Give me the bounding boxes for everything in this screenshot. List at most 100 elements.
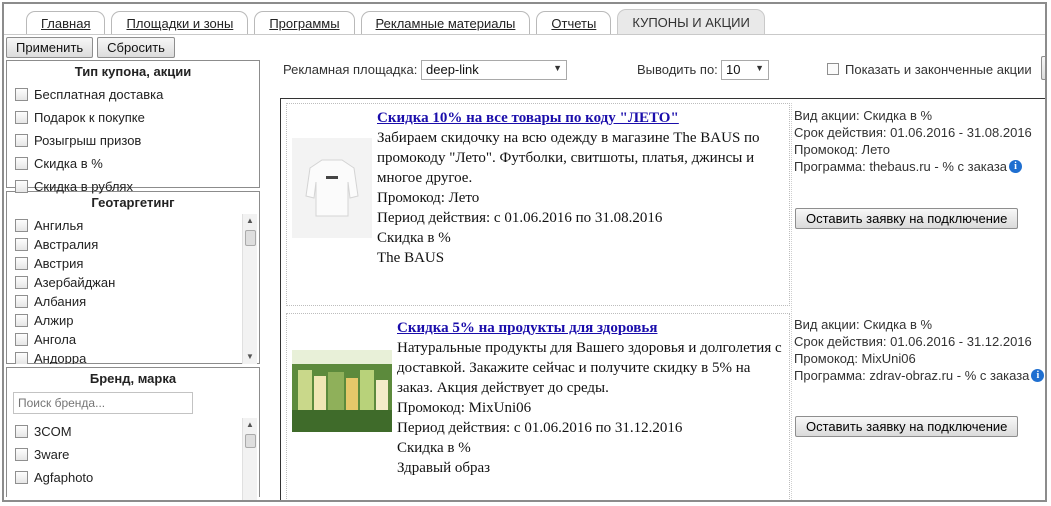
tab-ad-materials[interactable]: Рекламные материалы	[360, 11, 531, 35]
checkbox[interactable]	[15, 314, 28, 327]
checkbox[interactable]	[15, 448, 28, 461]
checkbox[interactable]	[15, 295, 28, 308]
info-program-row: Программа: thebaus.ru - % с заказа i	[794, 158, 1032, 175]
geo-item[interactable]: Андорра	[7, 349, 259, 364]
coupon-title-link[interactable]: Скидка 10% на все товары по коду "ЛЕТО"	[377, 108, 787, 128]
scroll-up-icon[interactable]: ▲	[243, 418, 257, 432]
brand-item[interactable]: Agfaphoto	[7, 466, 259, 489]
tab-coupons[interactable]: КУПОНЫ И АКЦИИ	[617, 9, 765, 35]
brand-title: Бренд, марка	[89, 371, 177, 386]
info-program: Программа: thebaus.ru - % с заказа	[794, 159, 1008, 174]
coupon-title-link[interactable]: Скидка 5% на продукты для здоровья	[397, 318, 787, 338]
coupon-period: Период действия: с 01.06.2016 по 31.12.2…	[397, 420, 683, 436]
info-term: Срок действия: 01.06.2016 - 31.08.2016	[794, 125, 1032, 140]
checkbox-label: Австралия	[34, 237, 99, 252]
show-finished-toggle[interactable]: Показать и законченные акции	[827, 62, 1032, 77]
checkbox[interactable]	[15, 333, 28, 346]
tab-programs[interactable]: Программы	[254, 11, 355, 35]
checkbox-label: Алжир	[34, 313, 74, 328]
coupon-type-item[interactable]: Розыгрыш призов	[7, 129, 259, 152]
geo-item[interactable]: Австралия	[7, 235, 259, 254]
brand-search-input[interactable]	[13, 392, 193, 414]
checkbox-label: Австрия	[34, 256, 84, 271]
geo-panel: Геотаргетинг Ангилья Австралия Австрия А…	[6, 191, 260, 364]
checkbox[interactable]	[15, 425, 28, 438]
apply-button[interactable]: Применить	[6, 37, 94, 58]
checkbox[interactable]	[15, 276, 28, 289]
geo-item[interactable]: Азербайджан	[7, 273, 259, 292]
main-tabs: Главная Площадки и зоны Программы Реклам…	[26, 9, 765, 35]
checkbox-label: Agfaphoto	[34, 470, 94, 485]
scroll-thumb[interactable]	[245, 434, 256, 448]
checkbox[interactable]	[15, 238, 28, 251]
coupon-info: Вид акции: Скидка в % Срок действия: 01.…	[794, 316, 1045, 384]
info-icon[interactable]: i	[1031, 369, 1045, 382]
request-connection-button[interactable]: Оставить заявку на подключение	[795, 208, 1019, 229]
checkbox[interactable]	[15, 352, 28, 364]
info-promo: Промокод: Лето	[794, 142, 890, 157]
checkbox[interactable]	[15, 111, 28, 124]
coupon-description: Забираем скидочку на всю одежду в магази…	[377, 130, 760, 186]
info-promo: Промокод: MixUni06	[794, 351, 916, 366]
scroll-down-icon[interactable]: ▼	[243, 350, 257, 364]
geo-item[interactable]: Алжир	[7, 311, 259, 330]
per-page-label: Выводить по:	[637, 62, 718, 77]
info-term: Срок действия: 01.06.2016 - 31.12.2016	[794, 334, 1032, 349]
brand-item[interactable]: 3COM	[7, 420, 259, 443]
reset-button[interactable]: Сбросить	[97, 37, 175, 58]
checkbox-label: 3ware	[34, 447, 70, 462]
per-page-select[interactable]: 10 ▼	[721, 60, 769, 80]
coupon-description: Натуральные продукты для Вашего здоровья…	[397, 340, 782, 396]
platform-select[interactable]: deep-link ▼	[421, 60, 567, 80]
info-icon[interactable]: i	[1009, 160, 1023, 173]
checkbox-label: Азербайджан	[34, 275, 116, 290]
geo-item[interactable]: Ангилья	[7, 216, 259, 235]
tab-platforms[interactable]: Площадки и зоны	[111, 11, 249, 35]
checkbox[interactable]	[15, 471, 28, 484]
scroll-up-icon[interactable]: ▲	[243, 214, 257, 228]
brand-panel: Бренд, марка 3COM 3ware Agfaphoto ▲	[6, 367, 260, 500]
coupon-list: Скидка 10% на все товары по коду "ЛЕТО" …	[280, 98, 1045, 500]
coupon-shop: Здравый образ	[397, 460, 491, 476]
info-type: Вид акции: Скидка в %	[794, 108, 933, 123]
scroll-thumb[interactable]	[245, 230, 256, 246]
tab-divider	[4, 34, 1045, 35]
truncated-button[interactable]	[1041, 56, 1045, 80]
coupon-type-item[interactable]: Скидка в %	[7, 152, 259, 175]
checkbox[interactable]	[827, 63, 839, 75]
coupon-info: Вид акции: Скидка в % Срок действия: 01.…	[794, 107, 1032, 175]
geo-item[interactable]: Австрия	[7, 254, 259, 273]
tab-reports[interactable]: Отчеты	[536, 11, 612, 35]
checkbox-label: Албания	[34, 294, 87, 309]
product-image	[292, 138, 372, 238]
chevron-down-icon: ▼	[553, 63, 562, 73]
info-type: Вид акции: Скидка в %	[794, 317, 933, 332]
checkbox[interactable]	[15, 134, 28, 147]
coupon-type-item[interactable]: Бесплатная доставка	[7, 83, 259, 106]
checkbox[interactable]	[15, 88, 28, 101]
coupon-card: Скидка 5% на продукты для здоровья Натур…	[286, 313, 790, 500]
sweatshirt-image	[292, 138, 372, 238]
chevron-down-icon: ▼	[755, 63, 764, 73]
checkbox[interactable]	[15, 157, 28, 170]
checkbox[interactable]	[15, 257, 28, 270]
request-connection-button[interactable]: Оставить заявку на подключение	[795, 416, 1019, 437]
brand-scrollbar[interactable]: ▲	[242, 418, 257, 500]
checkbox-label: Скидка в рублях	[34, 179, 133, 194]
checkbox-label: Ангола	[34, 332, 77, 347]
checkbox[interactable]	[15, 219, 28, 232]
info-program-row: Программа: zdrav-obraz.ru - % с заказа i	[794, 367, 1045, 384]
geo-title: Геотаргетинг	[91, 195, 175, 210]
coupon-card: Скидка 10% на все товары по коду "ЛЕТО" …	[286, 103, 790, 306]
geo-scrollbar[interactable]: ▲ ▼	[242, 214, 257, 364]
coupon-kind: Скидка в %	[377, 230, 451, 246]
brand-item[interactable]: 3ware	[7, 443, 259, 466]
coupon-kind: Скидка в %	[397, 440, 471, 456]
geo-item[interactable]: Ангола	[7, 330, 259, 349]
tab-home[interactable]: Главная	[26, 11, 106, 35]
coupon-promo: Промокод: Лето	[377, 190, 480, 206]
coupon-type-item[interactable]: Подарок к покупке	[7, 106, 259, 129]
checkbox[interactable]	[15, 180, 28, 193]
platform-select-value: deep-link	[426, 62, 479, 77]
geo-item[interactable]: Албания	[7, 292, 259, 311]
